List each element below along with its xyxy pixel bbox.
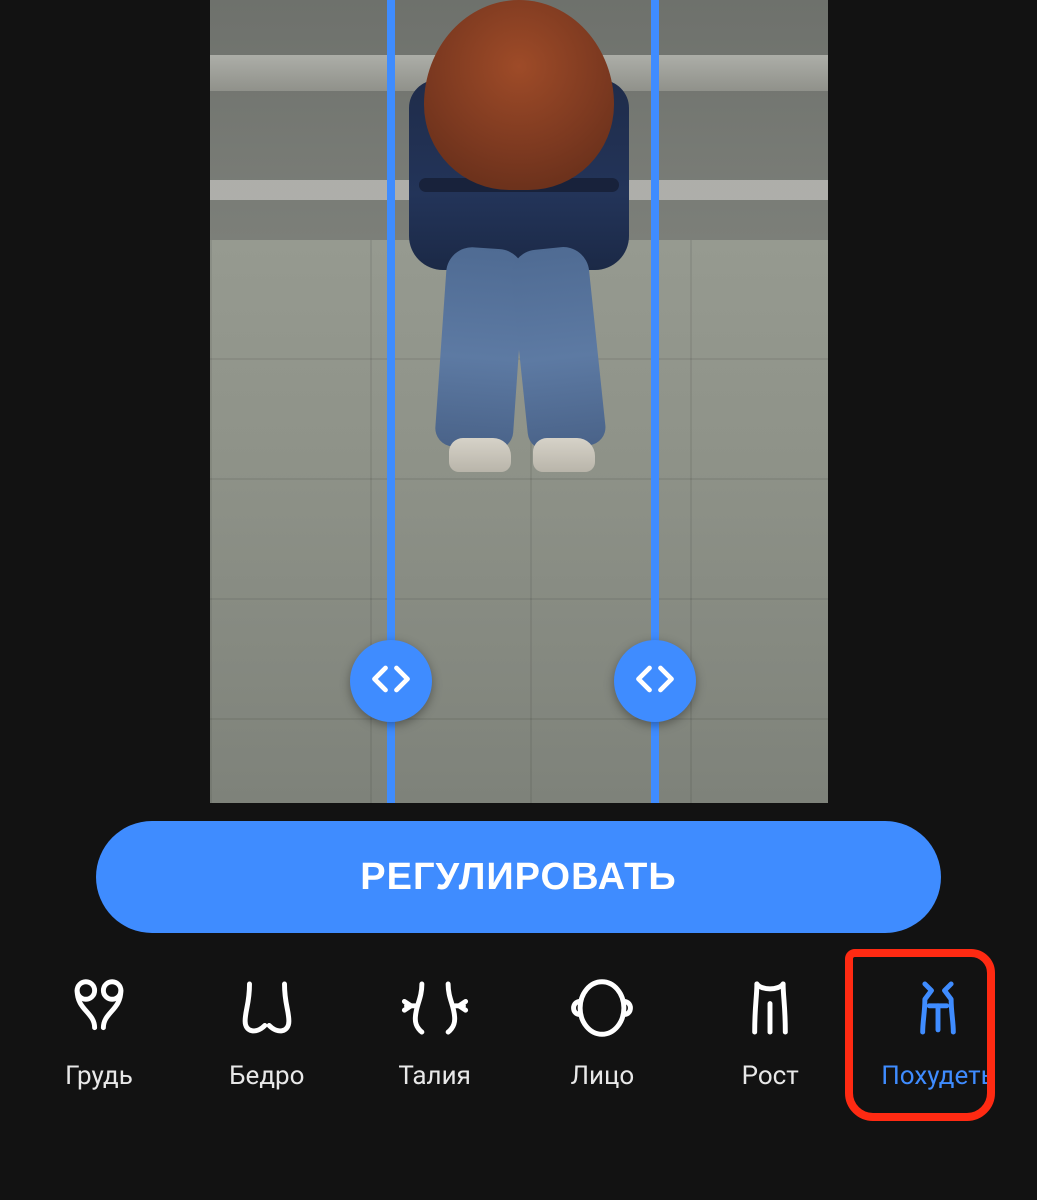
slim-icon <box>903 973 973 1043</box>
tool-slim[interactable]: Похудеть <box>863 973 1013 1091</box>
tool-hip[interactable]: Бедро <box>192 973 342 1091</box>
height-icon <box>735 973 805 1043</box>
tool-height[interactable]: Рост <box>695 973 845 1091</box>
person-figure <box>389 0 649 480</box>
tool-label: Бедро <box>229 1061 304 1091</box>
slim-handle-left[interactable] <box>350 640 432 722</box>
tool-label: Талия <box>398 1061 471 1091</box>
chest-icon <box>64 973 134 1043</box>
tool-label: Грудь <box>65 1061 133 1091</box>
tool-waist[interactable]: Талия <box>360 973 510 1091</box>
hip-icon <box>232 973 302 1043</box>
body-tool-row: Грудь Бедро Та <box>0 973 1037 1131</box>
edit-canvas[interactable] <box>0 0 1037 803</box>
tool-face[interactable]: Лицо <box>527 973 677 1091</box>
drag-horizontal-icon <box>369 657 413 705</box>
slim-handle-right[interactable] <box>614 640 696 722</box>
tool-label: Рост <box>742 1061 799 1091</box>
adjust-button[interactable]: РЕГУЛИРОВАТЬ <box>96 821 941 933</box>
drag-horizontal-icon <box>633 657 677 705</box>
tool-label: Лицо <box>571 1061 635 1091</box>
face-icon <box>567 973 637 1043</box>
tool-chest[interactable]: Грудь <box>24 973 174 1091</box>
waist-icon <box>400 973 470 1043</box>
tool-label: Похудеть <box>881 1061 995 1091</box>
photo <box>210 0 828 803</box>
